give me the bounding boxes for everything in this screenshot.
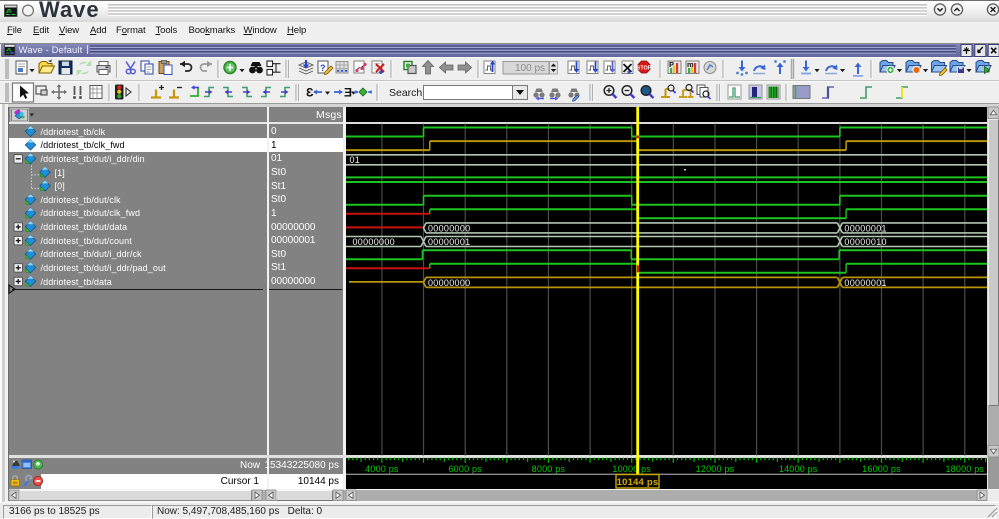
svg-text:00000001: 00000001 [844,223,886,233]
svg-text:12000 ps: 12000 ps [696,464,735,474]
svg-text:Search:: Search: [389,87,425,99]
svg-text:P: P [669,60,674,69]
svg-text:10144 ps: 10144 ps [617,477,659,488]
svg-text:m: m [687,60,694,69]
svg-text:16000 ps: 16000 ps [862,464,901,474]
svg-text:STOP: STOP [637,66,652,72]
svg-text:14000 ps: 14000 ps [779,464,818,474]
svg-text:6000 ps: 6000 ps [448,464,482,474]
svg-text:00000001: 00000001 [844,278,886,288]
svg-text:00000000: 00000000 [428,278,470,288]
svg-text:00000001: 00000001 [428,237,470,247]
svg-text:Ǝ: Ǝ [344,86,352,100]
svg-text:01: 01 [350,155,361,165]
svg-text:100 ps: 100 ps [515,63,545,74]
svg-text:18000 ps: 18000 ps [945,464,984,474]
svg-text:00000010: 00000010 [844,237,886,247]
svg-text:00000000: 00000000 [353,237,395,247]
svg-text:00000000: 00000000 [428,223,470,233]
svg-text:4000 ps: 4000 ps [365,464,399,474]
svg-text:8000 ps: 8000 ps [532,464,566,474]
svg-text:Ɛ: Ɛ [306,86,314,100]
svg-text:?: ? [320,63,326,73]
svg-text:10000 ps: 10000 ps [612,464,651,474]
